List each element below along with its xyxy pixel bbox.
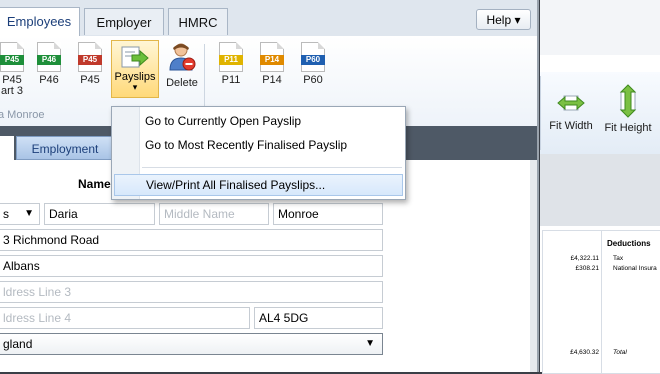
fit-height-icon xyxy=(619,84,637,118)
tab-employer[interactable]: Employer xyxy=(84,8,164,35)
last-name-field[interactable]: Monroe xyxy=(273,203,383,225)
menu-item-view-print-payslips[interactable]: View/Print All Finalised Payslips... xyxy=(114,174,403,196)
help-button[interactable]: Help ▾ xyxy=(476,9,531,30)
ribbon-group-label: a Monroe xyxy=(0,109,45,121)
deductions-header: Deductions xyxy=(607,239,651,248)
p46-icon: P46 xyxy=(37,42,61,72)
delete-button[interactable]: Delete xyxy=(164,42,200,89)
p46-button[interactable]: P46 P46 xyxy=(31,42,67,86)
top-tab-bar: Employees Employer HMRC Help ▾ xyxy=(0,0,537,36)
p11-label: P11 xyxy=(221,74,241,86)
country-select[interactable]: gland ▼ xyxy=(0,333,383,355)
p14-label: P14 xyxy=(262,74,282,86)
fit-width-button[interactable]: Fit Width xyxy=(546,90,596,132)
chevron-down-icon: ▼ xyxy=(24,208,34,219)
p45-button[interactable]: P45 P45 art 3 xyxy=(0,42,30,97)
p60-button[interactable]: P60 P60 xyxy=(295,42,331,86)
middle-name-field[interactable]: Middle Name xyxy=(159,203,269,225)
ribbon-divider xyxy=(540,76,541,150)
deduction-label: Tax xyxy=(613,255,624,262)
menu-separator xyxy=(142,167,402,168)
address-line-2-field[interactable]: Albans xyxy=(0,255,383,277)
chevron-down-icon: ▾ xyxy=(132,82,138,92)
fit-width-icon xyxy=(557,95,585,111)
fit-width-label: Fit Width xyxy=(549,120,593,132)
p14-button[interactable]: P14 P14 xyxy=(254,42,290,86)
p14-icon: P14 xyxy=(260,42,284,72)
payslips-menu: Go to Currently Open Payslip Go to Most … xyxy=(111,106,406,200)
main-window: Employees Employer HMRC Help ▾ P45 P45 a… xyxy=(0,0,539,372)
menu-item-open-payslip[interactable]: Go to Currently Open Payslip xyxy=(114,110,403,132)
country-value: gland xyxy=(3,337,33,351)
p11-button[interactable]: P11 P11 xyxy=(213,42,249,86)
tab-hmrc[interactable]: HMRC xyxy=(168,8,228,35)
first-name-field[interactable]: Daria xyxy=(44,203,155,225)
amount-value: £4,630.32 xyxy=(570,349,599,356)
p60-label: P60 xyxy=(303,74,323,86)
p45-leaving-button[interactable]: P45 P45 xyxy=(72,42,108,86)
p60-icon: P60 xyxy=(301,42,325,72)
tab-employment[interactable]: Employment xyxy=(16,136,114,160)
deduction-label: National Insura xyxy=(613,265,657,272)
p45-leaving-label: P45 xyxy=(80,74,100,86)
p45-icon: P45 xyxy=(0,42,24,72)
address-line-4-field[interactable]: ldress Line 4 xyxy=(0,307,250,329)
chevron-down-icon: ▼ xyxy=(365,338,375,349)
amount-value: £308.21 xyxy=(575,265,600,272)
title-value: s xyxy=(3,207,9,221)
payslips-icon xyxy=(121,46,149,68)
payslips-button[interactable]: Payslips ▾ xyxy=(111,40,159,98)
delete-label: Delete xyxy=(166,77,198,89)
total-label: Total xyxy=(613,349,627,356)
p46-label: P46 xyxy=(39,74,59,86)
tab-employees[interactable]: Employees xyxy=(0,7,80,36)
amount-value: £4,322.11 xyxy=(570,255,599,262)
delete-user-icon xyxy=(169,43,196,71)
p45-sublabel: art 3 xyxy=(0,85,23,97)
p45-red-icon: P45 xyxy=(78,42,102,72)
fit-height-button[interactable]: Fit Height xyxy=(600,84,656,134)
fit-height-label: Fit Height xyxy=(604,122,652,134)
name-label: Name xyxy=(78,177,111,191)
p11-icon: P11 xyxy=(219,42,243,72)
background-window: Fit Width Fit Height Deductions £4,322.1… xyxy=(540,0,660,374)
form-scrollbar[interactable] xyxy=(530,160,537,372)
menu-item-recent-payslip[interactable]: Go to Most Recently Finalised Payslip xyxy=(114,134,403,156)
address-line-1-field[interactable]: 3 Richmond Road xyxy=(0,229,383,251)
background-grey-area xyxy=(540,154,660,226)
payslip-preview: Deductions £4,322.11 £308.21 Tax Nationa… xyxy=(542,230,660,374)
title-select[interactable]: s ▼ xyxy=(0,203,40,225)
postcode-field[interactable]: AL4 5DG xyxy=(254,307,383,329)
tab-personal[interactable] xyxy=(0,136,14,160)
background-title-area xyxy=(540,0,660,55)
address-line-3-field[interactable]: ldress Line 3 xyxy=(0,281,383,303)
